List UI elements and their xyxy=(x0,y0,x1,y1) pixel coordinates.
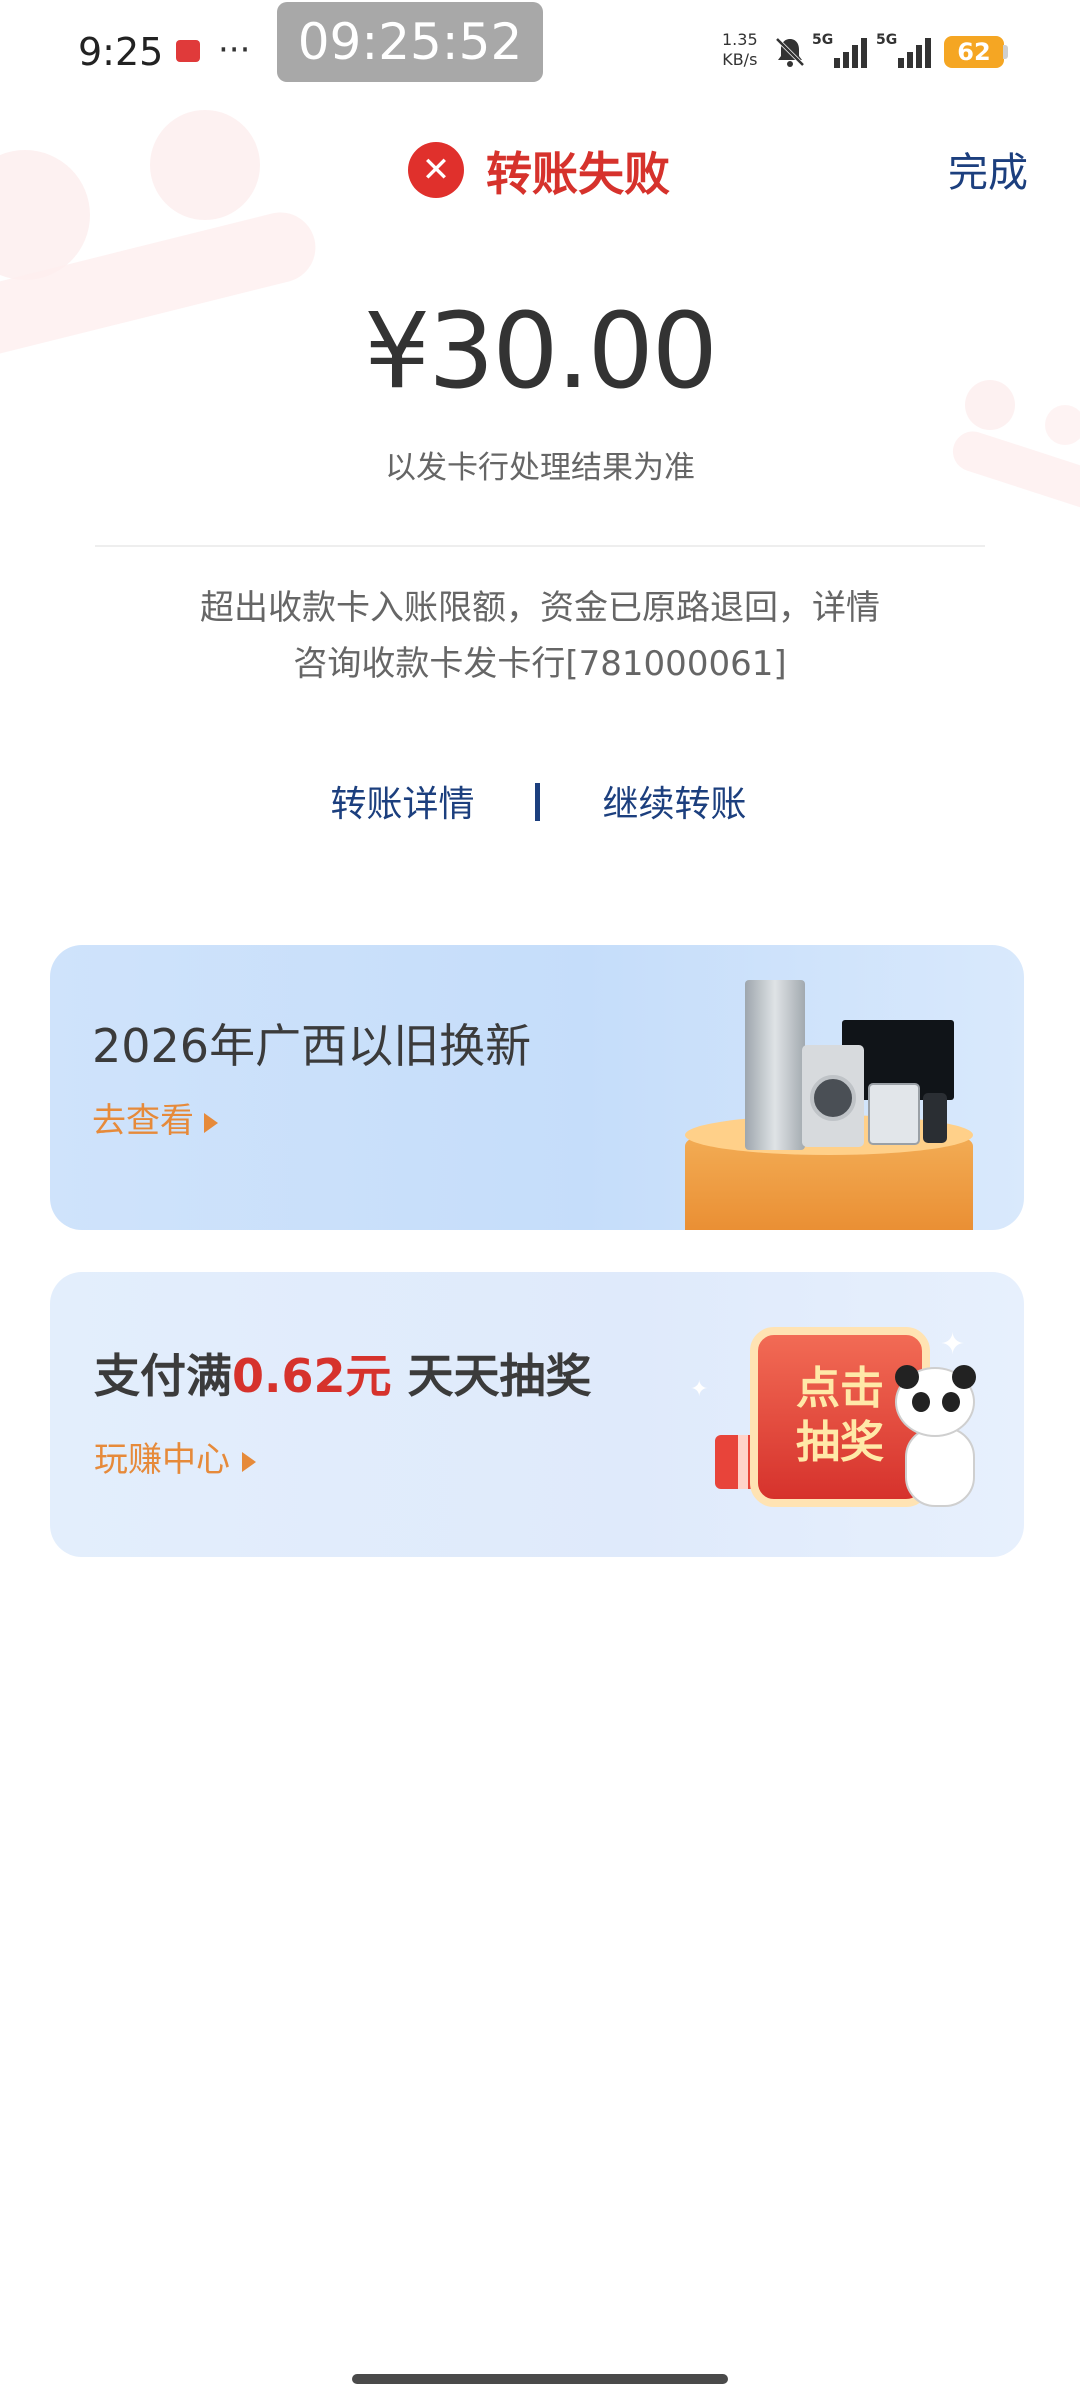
more-notifications-icon: ··· xyxy=(218,30,251,70)
failure-reason: 超出收款卡入账限额，资金已原路退回，详情 咨询收款卡发卡行[781000061] xyxy=(150,580,930,692)
tablet-icon xyxy=(868,1083,920,1145)
transfer-result-page: 9:25 ··· 09:25:52 1.35 KB/s 5G 5G 62 ✕ 转… xyxy=(0,0,1080,2400)
result-header: ✕ 转账失败 完成 xyxy=(0,130,1080,210)
panda-eye xyxy=(942,1392,960,1412)
status-bar: 9:25 ··· 09:25:52 1.35 KB/s 5G 5G 62 xyxy=(0,0,1080,100)
screen-recorder-clock: 09:25:52 xyxy=(277,2,543,82)
battery-icon: 62 xyxy=(944,36,1004,68)
network-speed-unit: KB/s xyxy=(722,50,758,69)
lottery-banner[interactable]: 支付满0.62元 天天抽奖 玩赚中心 ✦ ✦ 点击 抽奖 xyxy=(50,1272,1024,1557)
bell-muted-icon xyxy=(775,37,805,67)
amount-note: 以发卡行处理结果为准 xyxy=(385,450,695,486)
error-x-icon: ✕ xyxy=(408,142,464,198)
appliances-illustration xyxy=(660,965,980,1230)
failure-reason-line: 咨询收款卡发卡行[781000061] xyxy=(293,644,787,684)
network-speed: 1.35 KB/s xyxy=(722,30,758,70)
network-speed-value: 1.35 xyxy=(722,30,758,49)
signal-type-label: 5G xyxy=(812,32,833,48)
battery-tip xyxy=(1003,45,1008,59)
action-links: 转账详情 继续转账 xyxy=(0,775,1080,835)
banner-title-prefix: 支付满 xyxy=(94,1349,232,1403)
link-separator xyxy=(535,783,540,821)
continue-transfer-link[interactable]: 继续转账 xyxy=(572,775,777,827)
banner-title: 支付满0.62元 天天抽奖 xyxy=(94,1340,592,1406)
sparkle-icon: ✦ xyxy=(940,1327,966,1362)
washer-door-shape xyxy=(810,1075,856,1121)
signal-type-label: 5G xyxy=(876,32,897,48)
gift-ribbon-shape xyxy=(738,1435,748,1489)
divider xyxy=(95,545,985,547)
status-time: 9:25 xyxy=(78,30,164,74)
app-notification-icon xyxy=(176,40,200,62)
done-button[interactable]: 完成 xyxy=(948,140,1028,198)
cellular-signal-icon: 5G xyxy=(876,32,931,68)
lottery-illustration: ✦ ✦ 点击 抽奖 xyxy=(650,1287,1010,1547)
cellular-signal-icon: 5G xyxy=(812,32,867,68)
panda-ear xyxy=(895,1365,919,1389)
banner-link-label: 玩赚中心 xyxy=(94,1440,230,1480)
refrigerator-icon xyxy=(745,980,805,1150)
banner-title-suffix: 天天抽奖 xyxy=(391,1349,592,1403)
play-arrow-icon xyxy=(204,1112,218,1133)
play-arrow-icon xyxy=(242,1451,256,1472)
transfer-details-link[interactable]: 转账详情 xyxy=(300,775,505,827)
phone-icon xyxy=(923,1093,947,1143)
banner-title: 2026年广西以旧换新 xyxy=(92,1019,532,1073)
result-title: 转账失败 xyxy=(486,147,670,201)
trade-in-banner[interactable]: 2026年广西以旧换新 去查看 xyxy=(50,945,1024,1230)
panda-mascot-body xyxy=(905,1427,975,1507)
panda-eye xyxy=(912,1392,930,1412)
failure-reason-line: 超出收款卡入账限额，资金已原路退回，详情 xyxy=(200,588,880,628)
banner-title-amount: 0.62元 xyxy=(232,1349,392,1403)
banner-link[interactable]: 玩赚中心 xyxy=(94,1432,256,1481)
sparkle-icon: ✦ xyxy=(690,1377,709,1402)
banner-link-label: 去查看 xyxy=(92,1101,194,1141)
home-indicator[interactable] xyxy=(352,2374,728,2384)
panda-ear xyxy=(952,1365,976,1389)
banner-link[interactable]: 去查看 xyxy=(92,1093,218,1142)
transfer-amount: ¥30.00 xyxy=(364,290,718,412)
